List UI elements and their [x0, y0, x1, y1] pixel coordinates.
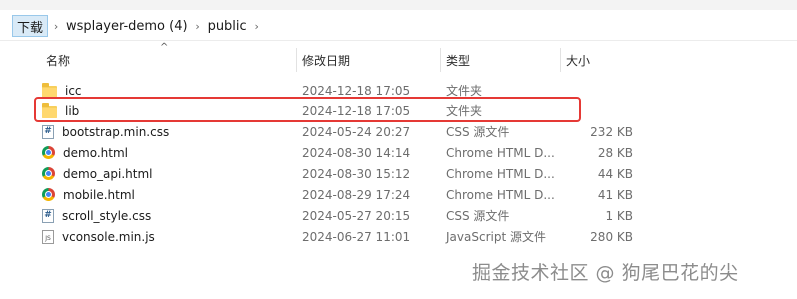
- file-date: 2024-06-27 11:01: [302, 229, 411, 244]
- column-header-name[interactable]: 名称: [40, 48, 296, 72]
- file-date: 2024-05-27 20:15: [302, 208, 411, 223]
- file-type: Chrome HTML D...: [446, 166, 555, 181]
- breadcrumb-item-public[interactable]: public: [206, 15, 249, 37]
- file-name-cell: mobile.html: [42, 188, 135, 202]
- folder-icon: [42, 82, 57, 98]
- css-file-icon: #: [42, 208, 54, 223]
- file-name: icc: [65, 83, 82, 98]
- file-name-cell: demo_api.html: [42, 167, 152, 181]
- file-type: Chrome HTML D...: [446, 187, 555, 202]
- file-name: scroll_style.css: [62, 208, 152, 223]
- file-row-demo-html[interactable]: demo.html 2024-08-30 14:14 Chrome HTML D…: [32, 142, 642, 163]
- chrome-html-icon: [42, 167, 55, 180]
- file-date: 2024-12-18 17:05: [302, 83, 411, 98]
- file-name: bootstrap.min.css: [62, 124, 170, 139]
- column-header-type[interactable]: 类型: [440, 48, 560, 72]
- file-date: 2024-08-30 14:14: [302, 145, 411, 160]
- css-file-icon: #: [42, 124, 54, 139]
- chrome-html-icon: [42, 146, 55, 159]
- file-row-scroll-style-css[interactable]: # scroll_style.css 2024-05-27 20:15 CSS …: [32, 205, 642, 226]
- js-file-icon: JS: [42, 229, 54, 244]
- file-row-bootstrap-css[interactable]: # bootstrap.min.css 2024-05-24 20:27 CSS…: [32, 121, 642, 142]
- window-top-strip: [0, 0, 797, 10]
- file-size: 232 KB: [590, 124, 633, 139]
- file-date: 2024-08-30 15:12: [302, 166, 411, 181]
- file-explorer-window: 下载 › wsplayer-demo (4) › public › ^ 名称 修…: [0, 0, 797, 299]
- file-date: 2024-05-24 20:27: [302, 124, 411, 139]
- breadcrumb-item-wsplayer-demo[interactable]: wsplayer-demo (4): [64, 15, 190, 37]
- file-name: vconsole.min.js: [62, 229, 155, 244]
- highlight-annotation-box: [34, 97, 581, 122]
- file-date: 2024-08-29 17:24: [302, 187, 411, 202]
- file-name-cell: demo.html: [42, 146, 128, 160]
- file-name: demo_api.html: [63, 166, 153, 181]
- file-row-mobile-html[interactable]: mobile.html 2024-08-29 17:24 Chrome HTML…: [32, 184, 642, 205]
- file-type: CSS 源文件: [446, 125, 510, 139]
- file-row-demo-api-html[interactable]: demo_api.html 2024-08-30 15:12 Chrome HT…: [32, 163, 642, 184]
- file-type: JavaScript 源文件: [446, 230, 546, 244]
- column-header-date[interactable]: 修改日期: [296, 48, 440, 72]
- breadcrumb: 下载 › wsplayer-demo (4) › public ›: [0, 12, 797, 40]
- chrome-html-icon: [42, 188, 55, 201]
- file-size: 28 KB: [597, 145, 633, 160]
- address-bar-divider: [0, 40, 797, 41]
- breadcrumb-separator-icon[interactable]: ›: [48, 15, 64, 37]
- file-name: mobile.html: [63, 187, 135, 202]
- file-name-cell: # scroll_style.css: [42, 208, 152, 223]
- file-type: Chrome HTML D...: [446, 145, 555, 160]
- file-name: demo.html: [63, 145, 128, 160]
- file-name-cell: icc: [42, 82, 82, 98]
- file-size: 44 KB: [597, 166, 633, 181]
- file-size: 280 KB: [590, 229, 633, 244]
- column-header-size[interactable]: 大小: [560, 48, 640, 72]
- breadcrumb-separator-icon[interactable]: ›: [190, 15, 206, 37]
- watermark: 掘金技术社区 @ 狗尾巴花的尖: [472, 262, 739, 284]
- file-row-vconsole-js[interactable]: JS vconsole.min.js 2024-06-27 11:01 Java…: [32, 226, 642, 247]
- file-size: 1 KB: [605, 208, 633, 223]
- file-size: 41 KB: [597, 187, 633, 202]
- file-name-cell: JS vconsole.min.js: [42, 229, 155, 244]
- breadcrumb-separator-icon[interactable]: ›: [249, 15, 265, 37]
- file-type: CSS 源文件: [446, 209, 510, 223]
- breadcrumb-item-downloads[interactable]: 下载: [12, 15, 49, 37]
- file-name-cell: # bootstrap.min.css: [42, 124, 170, 139]
